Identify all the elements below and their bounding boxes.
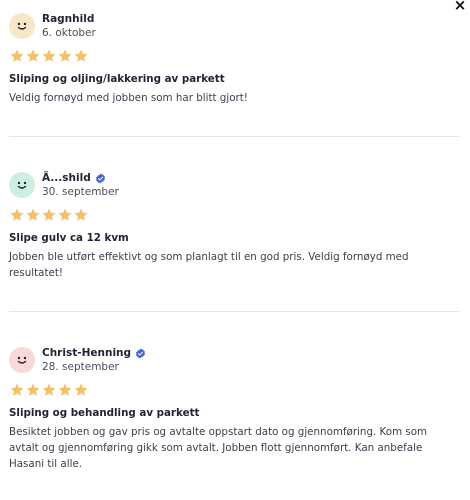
- avatar: [9, 172, 35, 198]
- avatar: [9, 13, 35, 39]
- review-card: Ã...shild 30. september Slipe gulv ca 12…: [9, 171, 459, 281]
- reviewer-name: Christ-Henning: [42, 347, 132, 359]
- star-icon: [58, 49, 72, 62]
- star-icon: [58, 383, 72, 396]
- reviewer-name: Ã...shild: [42, 172, 91, 184]
- review-date: 28. september: [42, 361, 119, 373]
- avatar: [9, 347, 35, 373]
- review-title: Slipe gulv ca 12 kvm: [9, 232, 129, 244]
- star-icon: [10, 49, 24, 62]
- review-header: Ã...shild 30. september: [9, 171, 459, 199]
- review-header: Christ-Henning 28. september: [9, 346, 459, 374]
- review-text: Besiktet jobben og gav pris og avtalte o…: [9, 426, 428, 470]
- review-card: Christ-Henning 28. september Sliping og …: [9, 346, 459, 472]
- review-title: Sliping og behandling av parkett: [9, 407, 200, 419]
- star-icon: [42, 49, 56, 62]
- star-icon: [74, 208, 88, 221]
- review-card: Ragnhild 6. oktober Sliping og oljing/la…: [9, 12, 459, 106]
- review-date: 6. oktober: [42, 27, 96, 39]
- star-rating: [9, 382, 459, 398]
- star-icon: [10, 383, 24, 396]
- star-rating: [9, 207, 459, 223]
- star-icon: [42, 383, 56, 396]
- review-header: Ragnhild 6. oktober: [9, 12, 459, 40]
- review-text: Veldig fornøyd med jobben som har blitt …: [9, 92, 248, 104]
- divider: [9, 311, 459, 312]
- star-icon: [26, 383, 40, 396]
- star-icon: [42, 208, 56, 221]
- star-icon: [74, 383, 88, 396]
- reviewer-name: Ragnhild: [42, 13, 95, 25]
- star-icon: [10, 208, 24, 221]
- review-text: Jobben ble utført effektivt og som planl…: [9, 251, 409, 279]
- reviews-list: Ragnhild 6. oktober Sliping og oljing/la…: [9, 0, 459, 472]
- star-icon: [58, 208, 72, 221]
- review-date: 30. september: [42, 186, 119, 198]
- review-title: Sliping og oljing/lakkering av parkett: [9, 73, 225, 85]
- star-icon: [26, 49, 40, 62]
- smiley-icon: [17, 356, 27, 364]
- star-icon: [26, 208, 40, 221]
- smiley-icon: [17, 181, 27, 189]
- star-icon: [74, 49, 88, 62]
- smiley-icon: [17, 22, 27, 30]
- verified-icon: [95, 172, 105, 184]
- divider: [9, 136, 459, 137]
- verified-icon: [136, 347, 146, 359]
- star-rating: [9, 48, 459, 64]
